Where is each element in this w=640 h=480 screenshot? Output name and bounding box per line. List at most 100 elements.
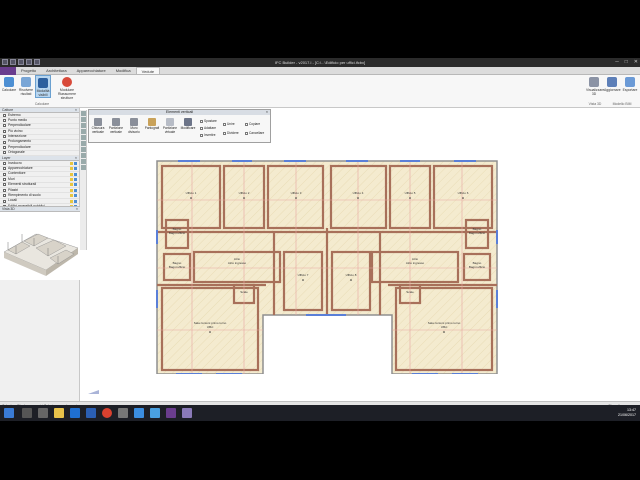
tab-progetto[interactable]: Progetto [16,67,41,74]
word-icon[interactable] [86,408,96,418]
checkbox-icon[interactable] [3,135,6,139]
copiare-button[interactable]: Copiare [245,122,260,126]
layer-state-icons[interactable] [70,199,79,203]
app-menu-button[interactable] [0,67,16,75]
store-icon[interactable] [118,408,128,418]
app-icon[interactable] [182,408,192,418]
room-sublabel: Bagni ufficio [469,265,486,269]
visibility-icon[interactable] [74,172,77,176]
checkbox-icon[interactable] [3,124,6,128]
checkbox-icon[interactable] [3,177,6,181]
tab-vedute[interactable]: Vedute [135,67,161,74]
building-3d-preview[interactable] [0,212,80,280]
checkbox-icon[interactable] [3,113,6,117]
vista-3d-button[interactable]: Visualizzare 3D [586,75,604,96]
lock-icon[interactable] [70,188,73,192]
spostare-button[interactable]: Spostare [200,119,217,123]
checkbox-icon[interactable] [3,129,6,133]
checkbox-icon[interactable] [3,146,6,150]
pantografi-button[interactable]: Pantografi [143,118,161,131]
mail-icon[interactable] [134,408,144,418]
chrome-icon[interactable] [102,408,112,418]
checkbox-icon[interactable] [3,172,6,176]
pan-icon[interactable] [81,123,86,128]
aggiornare-button[interactable]: Aggiornare [604,75,621,92]
measure-icon[interactable] [81,129,86,134]
ortho-icon[interactable] [81,153,86,158]
zoom-icon[interactable] [81,117,86,122]
ifc-builder-icon[interactable] [166,408,176,418]
layer-state-icons[interactable] [70,161,79,165]
checkbox-icon[interactable] [3,140,6,144]
esportare-button[interactable]: Esportare [622,75,638,92]
calcolare-button[interactable]: Calcolare [1,75,17,92]
layer-state-icons[interactable] [70,172,79,176]
lock-icon[interactable] [70,199,73,203]
tab-modifica[interactable]: Modifica [111,67,136,74]
select-icon[interactable] [81,111,86,116]
minimize-button[interactable]: ─ [615,59,619,65]
checkbox-icon[interactable] [3,194,6,198]
checkbox-icon[interactable] [3,119,6,123]
lock-icon[interactable] [70,161,73,165]
edge-icon[interactable] [70,408,80,418]
windows-start-icon[interactable] [4,408,14,418]
muro-divisorio-button[interactable]: Muro divisorio [125,118,143,134]
file-explorer-icon[interactable] [54,408,64,418]
search-icon[interactable] [22,408,32,418]
close-icon[interactable]: × [75,156,77,160]
close-button[interactable]: ✕ [634,59,638,65]
visibility-icon[interactable] [74,161,77,165]
checkbox-icon[interactable] [3,161,6,165]
lock-icon[interactable] [70,177,73,181]
unire-button[interactable]: Unire [223,122,235,126]
lock-icon[interactable] [70,194,73,198]
dividere-button[interactable]: Dividere [223,131,239,135]
visibility-icon[interactable] [74,188,77,192]
app-icon[interactable] [150,408,160,418]
cancellare-button[interactable]: Cancellare [245,131,264,135]
move-icon [200,119,203,123]
tab-architettura[interactable]: Architettura [41,67,71,74]
maximize-button[interactable]: □ [625,59,628,65]
visibility-icon[interactable] [74,194,77,198]
grid-icon[interactable] [81,141,86,146]
partizione-verticale-button[interactable]: Partizione verticale [107,118,125,134]
visibility-icon[interactable] [74,177,77,181]
layer-state-icons[interactable] [70,177,79,181]
close-icon[interactable]: × [75,108,77,112]
modificare-button[interactable]: Modificare [179,118,197,131]
visibility-icon[interactable] [74,183,77,187]
checkbox-icon[interactable] [3,151,6,155]
task-view-icon[interactable] [38,408,48,418]
view-icon[interactable] [81,165,86,170]
checkbox-icon[interactable] [3,167,6,171]
modalita-button[interactable]: Modalità visibili [35,75,51,98]
close-icon[interactable]: × [266,110,268,115]
tab-apparecchiature[interactable]: Apparecchiature [72,67,111,74]
layer-state-icons[interactable] [70,167,79,171]
lock-icon[interactable] [70,183,73,187]
lock-icon[interactable] [70,167,73,171]
refresh-icon[interactable] [81,159,86,164]
modulare-button[interactable]: Modulare Riassumere strutture [53,75,81,100]
visibility-icon[interactable] [74,199,77,203]
chiusura-verticale-button[interactable]: Chiusura verticale [89,118,107,134]
layer-state-icons[interactable] [70,188,79,192]
system-clock[interactable]: 13:47 21/06/2017 [618,408,636,417]
checkbox-icon[interactable] [3,199,6,203]
adattare-button[interactable]: Adattare [200,126,216,130]
invertire-button[interactable]: Invertire [200,133,216,137]
visibility-icon[interactable] [74,167,77,171]
risolvere-button[interactable]: Risolvere risultati [18,75,34,96]
close-icon[interactable]: × [76,207,78,211]
lock-icon[interactable] [70,172,73,176]
floor-plan[interactable]: Ufficio 1 Ufficio 2 Ufficio 3 Ufficio 4 … [156,160,498,374]
partizione-virtuale-button[interactable]: Partizione virtuale [161,118,179,134]
layer-icon[interactable] [81,135,86,140]
checkbox-icon[interactable] [3,188,6,192]
checkbox-icon[interactable] [3,183,6,187]
snap-icon[interactable] [81,147,86,152]
layer-state-icons[interactable] [70,183,79,187]
layer-state-icons[interactable] [70,194,79,198]
